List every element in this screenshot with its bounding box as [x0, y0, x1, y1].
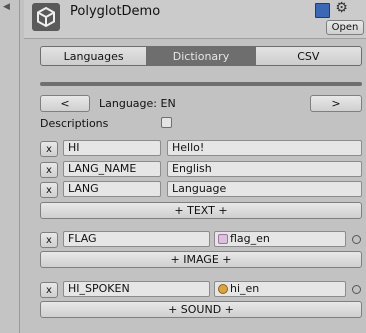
sound-object-field[interactable]: hi_en	[214, 281, 346, 297]
audio-clip-icon	[218, 284, 228, 294]
image-object-field[interactable]: flag_en	[214, 231, 346, 247]
text-value-field[interactable]: Hello!	[167, 140, 362, 156]
book-icon[interactable]	[315, 3, 330, 18]
tab-csv[interactable]: CSV	[254, 46, 362, 66]
inspector-panel: PolyglotDemo ⚙ Open Languages Dictionary…	[24, 0, 366, 333]
descriptions-checkbox[interactable]	[161, 117, 172, 128]
open-button[interactable]: Open	[326, 20, 364, 35]
text-key-field[interactable]: LANG	[63, 181, 161, 197]
panel-edge-mark: ◀	[3, 2, 10, 12]
add-sound-button[interactable]: + SOUND +	[40, 301, 362, 318]
inspector-header: PolyglotDemo ⚙ Open	[24, 0, 366, 39]
descriptions-label: Descriptions	[40, 117, 109, 130]
language-label: Language: EN	[99, 97, 176, 110]
window-title: PolyglotDemo	[70, 4, 161, 19]
remove-sound-entry-button[interactable]: x	[40, 282, 58, 298]
tab-languages[interactable]: Languages	[40, 46, 148, 66]
gear-icon[interactable]: ⚙	[335, 1, 348, 15]
texture-icon	[218, 234, 228, 244]
text-key-field[interactable]: LANG_NAME	[63, 161, 161, 177]
left-panel: ◀	[0, 0, 20, 333]
add-text-button[interactable]: + TEXT +	[40, 202, 362, 219]
unity-logo-icon	[32, 3, 60, 31]
sound-key-field[interactable]: HI_SPOKEN	[63, 281, 210, 297]
sound-object-name: hi_en	[230, 282, 260, 295]
section-divider	[40, 82, 362, 86]
prev-language-button[interactable]: <	[40, 95, 90, 112]
object-picker-icon[interactable]	[352, 235, 361, 244]
add-image-button[interactable]: + IMAGE +	[40, 251, 362, 268]
next-language-button[interactable]: >	[310, 95, 362, 112]
tab-dictionary[interactable]: Dictionary	[147, 46, 255, 66]
text-value-field[interactable]: English	[167, 161, 362, 177]
image-key-field[interactable]: FLAG	[63, 231, 210, 247]
object-picker-icon[interactable]	[352, 285, 361, 294]
remove-text-entry-button[interactable]: x	[40, 182, 58, 198]
remove-text-entry-button[interactable]: x	[40, 162, 58, 178]
tab-bar: Languages Dictionary CSV	[40, 46, 362, 66]
remove-image-entry-button[interactable]: x	[40, 232, 58, 248]
image-object-name: flag_en	[230, 232, 270, 245]
text-value-field[interactable]: Language	[167, 181, 362, 197]
text-key-field[interactable]: HI	[63, 140, 161, 156]
remove-text-entry-button[interactable]: x	[40, 141, 58, 157]
